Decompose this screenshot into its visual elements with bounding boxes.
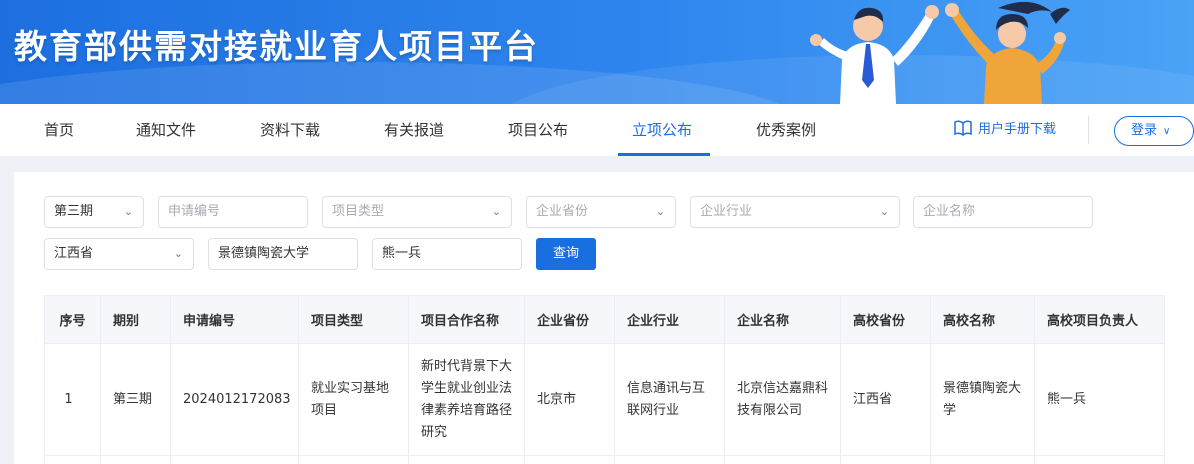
col-header-application-no: 申请编号 xyxy=(170,295,299,344)
site-title: 教育部供需对接就业育人项目平台 xyxy=(14,27,539,66)
nav-divider xyxy=(1088,116,1089,144)
cell-leader: 熊一兵 xyxy=(1034,343,1165,456)
login-label: 登录 xyxy=(1131,123,1158,138)
application-no-input[interactable]: 申请编号 xyxy=(158,196,308,228)
banner-illustration xyxy=(810,1,1070,104)
col-header-leader: 高校项目负责人 xyxy=(1034,295,1165,344)
company-industry-placeholder: 企业行业 xyxy=(700,204,753,219)
school-province-value: 江西省 xyxy=(54,246,94,261)
book-icon xyxy=(954,120,972,136)
col-header-project-name: 项目合作名称 xyxy=(408,295,525,344)
leader-input[interactable]: 熊一兵 xyxy=(372,238,522,270)
cell-application-no: 2024012172083 xyxy=(170,343,299,456)
table-header-row: 序号 期别 申请编号 项目类型 项目合作名称 企业省份 企业行业 企业名称 高校… xyxy=(44,295,1165,344)
cell-index: 1 xyxy=(44,343,101,456)
chevron-down-icon: ⌄ xyxy=(655,205,665,218)
cell-school-province: 江西省 xyxy=(840,343,931,456)
cell-project-type: 就业实习基地项目 xyxy=(298,343,409,456)
nav-approved-projects[interactable]: 立项公布 xyxy=(632,104,692,156)
col-header-period: 期别 xyxy=(100,295,171,344)
nav-project-announce[interactable]: 项目公布 xyxy=(508,104,568,156)
project-type-placeholder: 项目类型 xyxy=(332,204,385,219)
col-header-school-province: 高校省份 xyxy=(840,295,931,344)
chevron-down-icon: ⌄ xyxy=(879,205,889,218)
company-name-input[interactable]: 企业名称 xyxy=(913,196,1093,228)
col-header-company-name: 企业名称 xyxy=(724,295,841,344)
school-province-select[interactable]: 江西省 ⌄ xyxy=(44,238,194,270)
nav-excellent-cases[interactable]: 优秀案例 xyxy=(756,104,816,156)
query-button[interactable]: 查询 xyxy=(536,238,596,270)
project-type-select[interactable]: 项目类型 ⌄ xyxy=(322,196,512,228)
main-nav: 首页 通知文件 资料下载 有关报道 项目公布 立项公布 优秀案例 用户手册下载 … xyxy=(0,104,1194,156)
table-row xyxy=(44,455,1165,464)
cell-company-province: 北京市 xyxy=(524,343,615,456)
nav-reports[interactable]: 有关报道 xyxy=(384,104,444,156)
results-table: 序号 期别 申请编号 项目类型 项目合作名称 企业省份 企业行业 企业名称 高校… xyxy=(44,295,1165,464)
header-banner: 教育部供需对接就业育人项目平台 xyxy=(0,0,1194,104)
cell-company-name: 北京信达嘉鼎科技有限公司 xyxy=(724,343,841,456)
col-header-school-name: 高校名称 xyxy=(930,295,1035,344)
cell-period: 第三期 xyxy=(100,343,171,456)
chevron-down-icon: ∨ xyxy=(1163,126,1171,137)
col-header-project-type: 项目类型 xyxy=(298,295,409,344)
user-manual-download[interactable]: 用户手册下载 xyxy=(954,104,1056,156)
chevron-down-icon: ⌄ xyxy=(491,205,501,218)
user-manual-label: 用户手册下载 xyxy=(978,122,1057,137)
period-select[interactable]: 第三期 ⌄ xyxy=(44,196,144,228)
company-province-select[interactable]: 企业省份 ⌄ xyxy=(526,196,676,228)
cell-company-industry: 信息通讯与互联网行业 xyxy=(614,343,725,456)
school-name-input[interactable]: 景德镇陶瓷大学 xyxy=(208,238,358,270)
login-button[interactable]: 登录 ∨ xyxy=(1114,116,1194,146)
nav-notice-files[interactable]: 通知文件 xyxy=(136,104,196,156)
period-value: 第三期 xyxy=(54,204,94,219)
nav-downloads[interactable]: 资料下载 xyxy=(260,104,320,156)
table-row: 1 第三期 2024012172083 就业实习基地项目 新时代背景下大学生就业… xyxy=(44,343,1165,456)
nav-home[interactable]: 首页 xyxy=(44,104,74,156)
cell-school-name: 景德镇陶瓷大学 xyxy=(930,343,1035,456)
col-header-company-province: 企业省份 xyxy=(524,295,615,344)
col-header-company-industry: 企业行业 xyxy=(614,295,725,344)
company-province-placeholder: 企业省份 xyxy=(536,204,589,219)
col-header-index: 序号 xyxy=(44,295,101,344)
chevron-down-icon: ⌄ xyxy=(173,247,183,260)
nav-active-indicator xyxy=(618,153,710,156)
chevron-down-icon: ⌄ xyxy=(123,205,133,218)
company-industry-select[interactable]: 企业行业 ⌄ xyxy=(690,196,900,228)
cell-project-name: 新时代背景下大学生就业创业法律素养培育路径研究 xyxy=(408,343,525,456)
